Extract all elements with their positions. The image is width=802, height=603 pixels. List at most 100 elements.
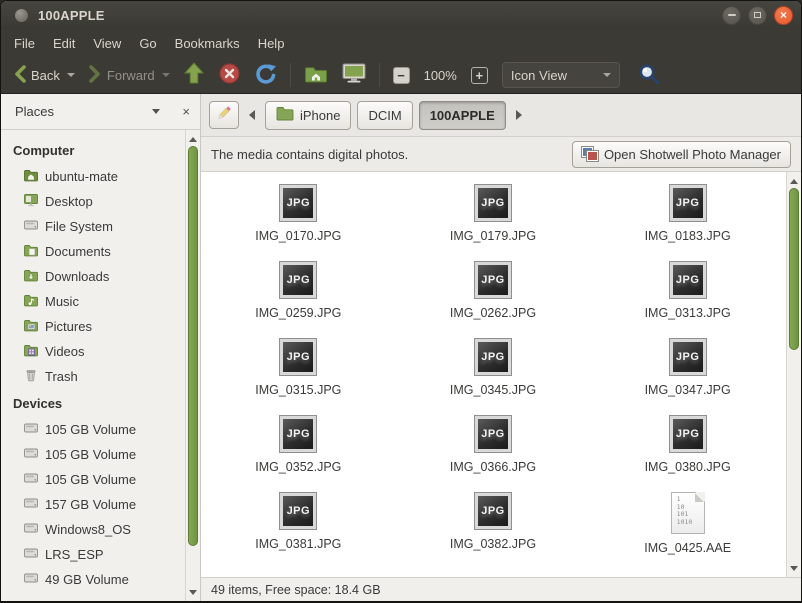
search-button[interactable]: [632, 60, 666, 91]
scroll-up-icon[interactable]: [787, 174, 801, 188]
zoom-in-icon: +: [471, 67, 488, 84]
breadcrumb-iphone[interactable]: iPhone: [265, 101, 351, 130]
file-item[interactable]: JPG IMG_0315.JPG: [223, 338, 373, 415]
sidebar-item-ubuntu-mate[interactable]: ubuntu-mate: [1, 164, 200, 189]
file-item[interactable]: JPG IMG_0170.JPG: [223, 184, 373, 261]
path-scroll-left-button[interactable]: [245, 102, 259, 128]
back-history-caret-icon: [67, 73, 75, 77]
breadcrumb-dcim[interactable]: DCIM: [357, 101, 412, 130]
sidebar-close-icon[interactable]: ×: [182, 104, 190, 119]
file-item[interactable]: 1 10 101 1010 IMG_0425.AAE: [613, 492, 763, 569]
file-view[interactable]: JPG IMG_0170.JPG JPG IMG_0179.JPG JPG IM…: [201, 172, 801, 577]
sidebar-scrollbar-thumb[interactable]: [188, 146, 198, 546]
drive-icon: [23, 470, 39, 489]
sidebar-item-volume-105-1[interactable]: 105 GB Volume: [1, 417, 200, 442]
scroll-down-icon[interactable]: [787, 561, 801, 575]
statusbar: 49 items, Free space: 18.4 GB: [201, 577, 801, 601]
places-caret-icon[interactable]: [152, 109, 160, 114]
home-folder-icon: [23, 167, 39, 186]
menu-view[interactable]: View: [84, 32, 130, 55]
forward-button[interactable]: Forward: [83, 62, 176, 89]
menu-go[interactable]: Go: [130, 32, 165, 55]
sidebar-item-videos[interactable]: Videos: [1, 339, 200, 364]
path-scroll-right-button[interactable]: [512, 102, 526, 128]
back-button[interactable]: Back: [7, 62, 81, 89]
file-item[interactable]: JPG IMG_0381.JPG: [223, 492, 373, 569]
maximize-icon: [754, 12, 761, 18]
file-item[interactable]: JPG IMG_0347.JPG: [613, 338, 763, 415]
sidebar-item-file-system[interactable]: File System: [1, 214, 200, 239]
drive-icon: [23, 545, 39, 564]
drive-icon: [23, 420, 39, 439]
file-name: IMG_0179.JPG: [450, 229, 536, 243]
file-manager-window: 100APPLE × File Edit View Go Bookmarks H…: [0, 0, 802, 603]
sidebar-item-volume-105-3[interactable]: 105 GB Volume: [1, 467, 200, 492]
sidebar-item-downloads[interactable]: Downloads: [1, 264, 200, 289]
file-item[interactable]: JPG IMG_0345.JPG: [418, 338, 568, 415]
view-mode-select[interactable]: Icon View: [502, 62, 620, 88]
sidebar-item-trash[interactable]: Trash: [1, 364, 200, 389]
sidebar-item-volume-105-2[interactable]: 105 GB Volume: [1, 442, 200, 467]
sidebar-item-label: Desktop: [45, 194, 93, 209]
menu-edit[interactable]: Edit: [44, 32, 84, 55]
maximize-button[interactable]: [748, 6, 767, 25]
sidebar-item-lrs-esp[interactable]: LRS_ESP: [1, 542, 200, 567]
view-mode-value: Icon View: [511, 68, 567, 83]
sidebar-item-music[interactable]: Music: [1, 289, 200, 314]
edit-location-button[interactable]: [209, 101, 239, 129]
file-item[interactable]: JPG IMG_0352.JPG: [223, 415, 373, 492]
sidebar-item-pictures[interactable]: Pictures: [1, 314, 200, 339]
toolbar-separator: [379, 63, 380, 87]
sidebar-item-label: Videos: [45, 344, 85, 359]
file-item[interactable]: JPG IMG_0366.JPG: [418, 415, 568, 492]
titlebar[interactable]: 100APPLE ×: [1, 1, 801, 29]
zoom-out-icon: −: [393, 67, 410, 84]
menu-help[interactable]: Help: [249, 32, 294, 55]
sidebar-item-volume-49[interactable]: 49 GB Volume: [1, 567, 200, 592]
computer-button[interactable]: [336, 60, 372, 90]
file-item[interactable]: JPG IMG_0380.JPG: [613, 415, 763, 492]
computer-icon: [342, 63, 366, 87]
zoom-out-button[interactable]: −: [387, 64, 416, 87]
sidebar-item-desktop[interactable]: Desktop: [1, 189, 200, 214]
home-folder-icon: [304, 64, 328, 87]
file-item[interactable]: JPG IMG_0313.JPG: [613, 261, 763, 338]
breadcrumb-100apple[interactable]: 100APPLE: [419, 101, 506, 130]
scroll-up-icon[interactable]: [186, 132, 200, 146]
scroll-down-icon[interactable]: [186, 585, 200, 599]
jpg-file-icon: JPG: [279, 184, 317, 222]
view-mode-caret-icon: [603, 73, 611, 77]
sidebar-item-documents[interactable]: Documents: [1, 239, 200, 264]
menu-file[interactable]: File: [5, 32, 44, 55]
places-dropdown[interactable]: Places: [15, 104, 54, 119]
drive-icon: [23, 520, 39, 539]
file-item[interactable]: JPG IMG_0262.JPG: [418, 261, 568, 338]
menu-bookmarks[interactable]: Bookmarks: [166, 32, 249, 55]
sidebar-item-windows8-os[interactable]: Windows8_OS: [1, 517, 200, 542]
open-shotwell-button[interactable]: Open Shotwell Photo Manager: [572, 141, 791, 168]
sidebar-scrollbar[interactable]: [185, 130, 200, 601]
file-name: IMG_0259.JPG: [255, 306, 341, 320]
fileview-scrollbar-thumb[interactable]: [789, 188, 799, 350]
downloads-folder-icon: [23, 267, 39, 286]
file-item[interactable]: JPG IMG_0382.JPG: [418, 492, 568, 569]
stop-button[interactable]: [212, 59, 247, 91]
home-button[interactable]: [298, 61, 334, 90]
sidebar-item-label: LRS_ESP: [45, 547, 104, 562]
close-button[interactable]: ×: [774, 6, 793, 25]
minimize-button[interactable]: [722, 6, 741, 25]
section-devices: Devices: [1, 391, 200, 417]
file-name: IMG_0381.JPG: [255, 537, 341, 551]
reload-button[interactable]: [249, 60, 283, 91]
sidebar-item-label: File System: [45, 219, 113, 234]
file-name: IMG_0380.JPG: [645, 460, 731, 474]
zoom-in-button[interactable]: +: [465, 64, 494, 87]
sidebar-item-volume-157[interactable]: 157 GB Volume: [1, 492, 200, 517]
forward-label: Forward: [107, 68, 155, 83]
file-item[interactable]: JPG IMG_0179.JPG: [418, 184, 568, 261]
jpg-file-icon: JPG: [279, 492, 317, 530]
up-button[interactable]: [178, 59, 210, 91]
file-item[interactable]: JPG IMG_0259.JPG: [223, 261, 373, 338]
fileview-scrollbar[interactable]: [786, 172, 801, 577]
file-item[interactable]: JPG IMG_0183.JPG: [613, 184, 763, 261]
